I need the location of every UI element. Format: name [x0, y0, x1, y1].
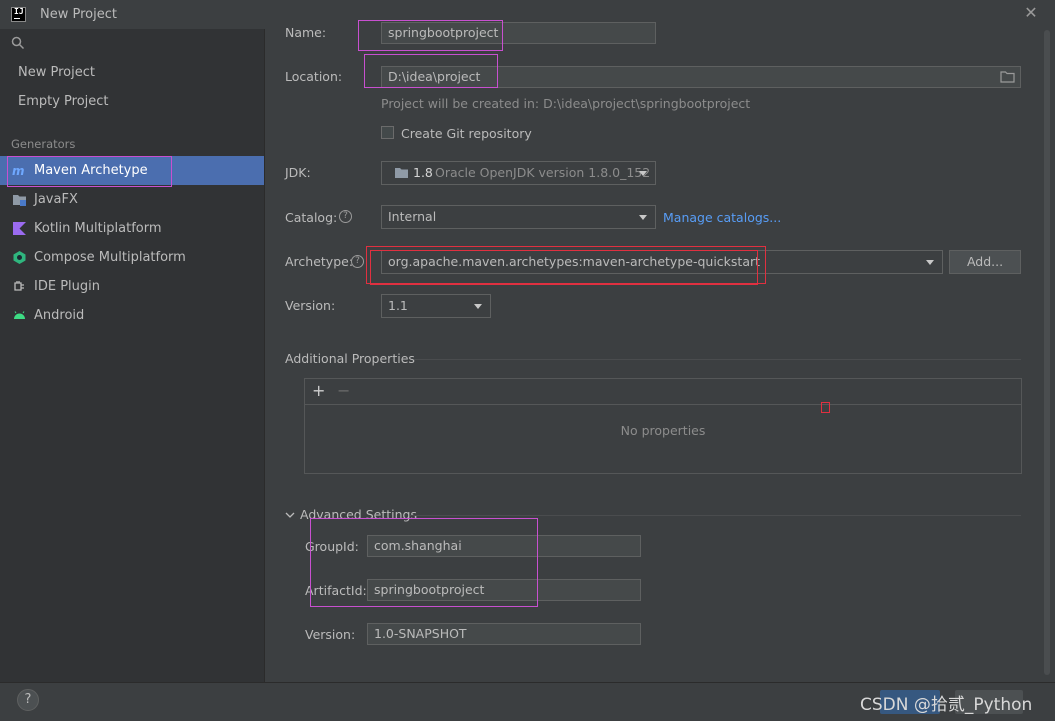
section-divider: [410, 515, 1021, 516]
folder-browse-icon[interactable]: [1000, 70, 1015, 83]
jdk-version: 1.8: [413, 165, 433, 180]
archetype-value: org.apache.maven.archetypes:maven-archet…: [388, 254, 761, 269]
version-dropdown[interactable]: 1.1: [381, 294, 491, 318]
artifactid-field[interactable]: springbootproject: [367, 579, 641, 601]
properties-table: + − No properties: [304, 378, 1022, 474]
window-title: New Project: [40, 7, 117, 22]
version-value: 1.1: [388, 298, 408, 313]
sidebar-item-new-project[interactable]: New Project: [0, 58, 264, 87]
add-archetype-button[interactable]: Add...: [949, 250, 1021, 274]
version-label: Version:: [285, 298, 336, 313]
sidebar-item-ide-plugin[interactable]: IDE Plugin: [0, 272, 264, 301]
no-properties-text: No properties: [620, 423, 706, 438]
location-label: Location:: [285, 69, 343, 84]
close-icon[interactable]: ✕: [1022, 4, 1040, 22]
location-value: D:\idea\project: [388, 69, 481, 84]
sidebar-item-kotlin-multiplatform[interactable]: Kotlin Multiplatform: [0, 214, 264, 243]
watermark-text: CSDN @拾贰_Python: [860, 695, 1033, 715]
help-button[interactable]: ?: [17, 689, 39, 711]
chevron-down-icon[interactable]: [285, 510, 295, 520]
jdk-label: JDK:: [285, 165, 311, 180]
sidebar-item-label: Maven Archetype: [34, 163, 148, 178]
sidebar-item-label: Empty Project: [18, 94, 109, 109]
chevron-down-icon: [639, 215, 647, 220]
sidebar-search[interactable]: [0, 29, 264, 57]
adv-version-label: Version:: [305, 627, 356, 642]
sidebar-item-javafx[interactable]: JavaFX: [0, 185, 264, 214]
archetype-label: Archetype:: [285, 254, 354, 269]
sidebar-item-empty-project[interactable]: Empty Project: [0, 87, 264, 116]
sidebar-item-label: Android: [34, 308, 85, 323]
jdk-dropdown[interactable]: 1.8 Oracle OpenJDK version 1.8.0_152: [381, 161, 656, 185]
chevron-down-icon: [474, 304, 482, 309]
sidebar-item-android[interactable]: Android: [0, 301, 264, 330]
sidebar-item-compose-multiplatform[interactable]: Compose Multiplatform: [0, 243, 264, 272]
sidebar-item-label: JavaFX: [34, 192, 78, 207]
adv-version-field[interactable]: 1.0-SNAPSHOT: [367, 623, 641, 645]
properties-toolbar: + −: [305, 379, 1021, 405]
sidebar-item-label: Kotlin Multiplatform: [34, 221, 162, 236]
advanced-settings-title[interactable]: Advanced Settings: [300, 507, 417, 522]
catalog-help-icon[interactable]: ?: [339, 210, 352, 223]
sidebar: [0, 29, 265, 682]
sidebar-item-label: Compose Multiplatform: [34, 250, 186, 265]
remove-property-icon[interactable]: −: [337, 381, 350, 400]
plugin-icon: [14, 281, 24, 291]
archetype-dropdown[interactable]: org.apache.maven.archetypes:maven-archet…: [381, 250, 943, 274]
catalog-value: Internal: [388, 209, 437, 224]
name-field[interactable]: springbootproject: [381, 22, 656, 44]
archetype-help-icon[interactable]: ?: [351, 255, 364, 268]
jdk-detail: Oracle OpenJDK version 1.8.0_152: [435, 165, 651, 180]
sidebar-item-label: IDE Plugin: [34, 279, 100, 294]
svg-text:m: m: [12, 164, 25, 178]
groupid-field[interactable]: com.shanghai: [367, 535, 641, 557]
search-icon: [11, 36, 25, 50]
kotlin-icon: [13, 222, 26, 235]
create-git-label: Create Git repository: [401, 126, 532, 141]
manage-catalogs-link[interactable]: Manage catalogs...: [663, 210, 781, 225]
chevron-down-icon: [639, 171, 647, 176]
add-property-icon[interactable]: +: [312, 381, 325, 400]
catalog-dropdown[interactable]: Internal: [381, 205, 656, 229]
location-hint: Project will be created in: D:\idea\proj…: [381, 96, 751, 111]
name-label: Name:: [285, 25, 327, 40]
groupid-label: GroupId:: [305, 539, 359, 554]
intellij-logo-icon: IJ: [11, 7, 26, 22]
generators-header: Generators: [11, 137, 76, 151]
maven-icon: m: [12, 164, 25, 178]
chevron-down-icon: [926, 260, 934, 265]
additional-properties-title: Additional Properties: [285, 351, 415, 366]
jdk-folder-icon: [395, 168, 408, 178]
catalog-label: Catalog:: [285, 210, 338, 225]
section-divider: [414, 359, 1021, 360]
location-field[interactable]: D:\idea\project: [381, 66, 1021, 88]
sidebar-item-maven-archetype[interactable]: m Maven Archetype: [0, 156, 264, 185]
scrollbar-thumb[interactable]: [1044, 30, 1050, 675]
folder-icon: [13, 195, 26, 206]
android-icon: [14, 311, 25, 319]
create-git-checkbox[interactable]: [381, 126, 394, 139]
sidebar-item-label: New Project: [18, 65, 95, 80]
compose-icon: [13, 251, 26, 264]
artifactid-label: ArtifactId:: [305, 583, 367, 598]
